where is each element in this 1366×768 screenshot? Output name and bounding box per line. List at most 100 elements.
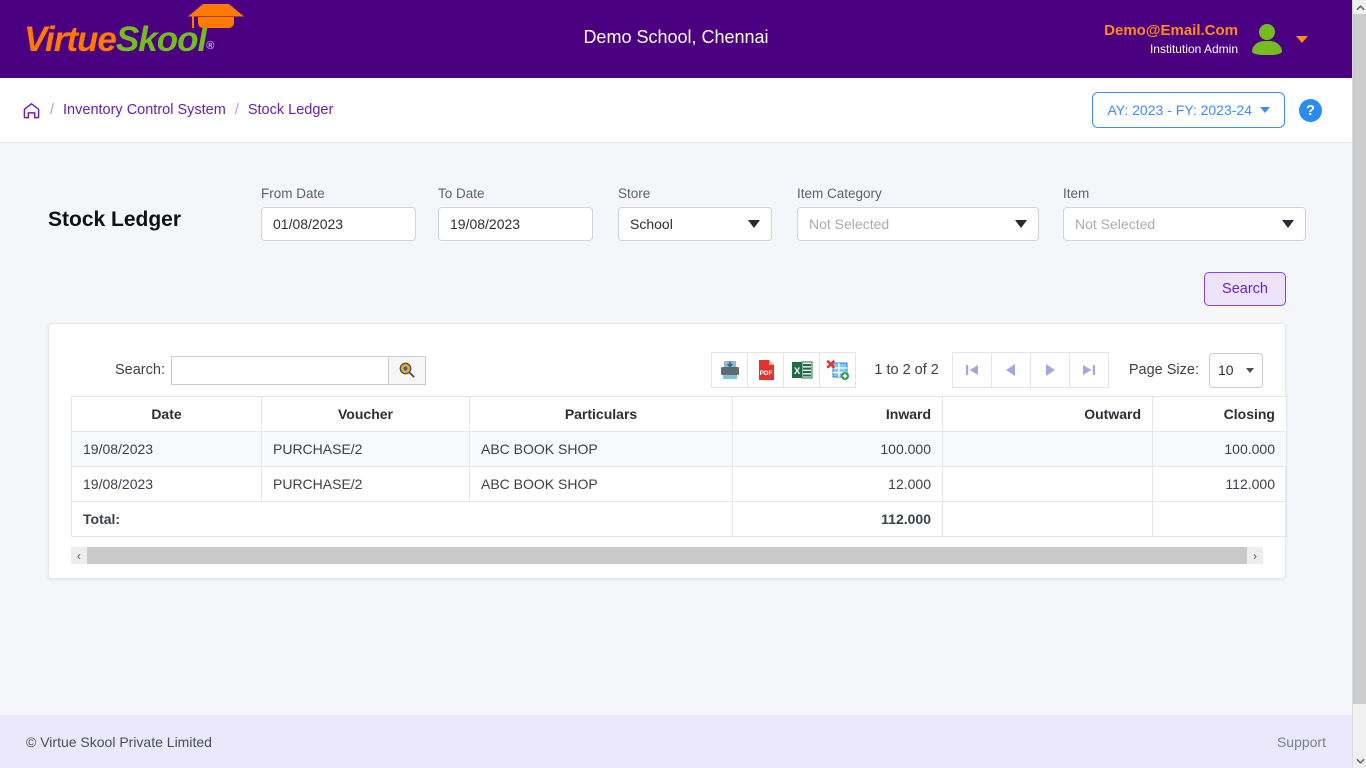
logo-registered-mark: ® xyxy=(206,39,214,52)
app-header: VirtueSkool® Demo School, Chennai Demo@E… xyxy=(0,0,1352,78)
vertical-scrollbar-thumb[interactable] xyxy=(1353,14,1366,704)
item-category-select[interactable]: Not Selected xyxy=(797,207,1039,241)
prev-page-icon xyxy=(1005,364,1015,376)
print-icon xyxy=(720,361,739,379)
table-horizontal-scrollbar[interactable]: ‹ › xyxy=(71,547,1263,564)
from-date-input[interactable] xyxy=(261,207,416,241)
breadcrumb-item-stock-ledger[interactable]: Stock Ledger xyxy=(248,102,333,118)
excel-export-button[interactable] xyxy=(819,352,857,388)
first-page-icon xyxy=(965,365,978,375)
item-select[interactable]: Not Selected xyxy=(1063,207,1306,241)
column-header-date[interactable]: Date xyxy=(71,396,262,432)
main-content: Stock Ledger From Date To Date Store Sch… xyxy=(0,143,1352,715)
page-size-label: Page Size: xyxy=(1128,362,1199,378)
results-card: Search: PDF X 1 to 2 of 2 Page Size: 10 … xyxy=(48,323,1287,579)
cell-outward xyxy=(942,466,1153,502)
dropdown-arrow-icon xyxy=(1282,220,1294,228)
help-button[interactable]: ? xyxy=(1299,98,1322,122)
column-header-voucher[interactable]: Voucher xyxy=(261,396,470,432)
cell-voucher: PURCHASE/2 xyxy=(261,466,470,502)
svg-text:X: X xyxy=(794,366,801,377)
cell-closing: 100.000 xyxy=(1152,431,1287,467)
total-closing xyxy=(1152,501,1287,537)
table-search-group xyxy=(170,355,426,385)
table-header-row: Date Voucher Particulars Inward Outward … xyxy=(71,396,1287,432)
app-logo[interactable]: VirtueSkool® xyxy=(24,3,244,59)
academic-year-selector[interactable]: AY: 2023 - FY: 2023-24 xyxy=(1092,92,1285,128)
total-label: Total: xyxy=(71,501,733,537)
scroll-up-arrow-icon[interactable] xyxy=(1353,0,1366,14)
pagination-controls xyxy=(951,352,1109,388)
next-page-button[interactable] xyxy=(1029,352,1070,388)
item-value: Not Selected xyxy=(1075,216,1156,232)
total-inward: 112.000 xyxy=(732,501,943,537)
store-field: Store School xyxy=(618,186,772,241)
user-menu[interactable]: Demo@Email.Com Institution Admin xyxy=(1104,0,1308,78)
page-size-value: 10 xyxy=(1218,362,1234,378)
search-action-row: Search xyxy=(0,241,1352,306)
scrollbar-thumb[interactable] xyxy=(87,547,1247,564)
column-header-particulars[interactable]: Particulars xyxy=(469,396,733,432)
table-search-input[interactable] xyxy=(170,355,388,385)
excel-button[interactable]: X xyxy=(783,352,821,388)
page-title: Stock Ledger xyxy=(48,208,182,231)
item-category-field: Item Category Not Selected xyxy=(797,186,1039,241)
logo-text-virtue: Virtue xyxy=(24,19,117,59)
table-container: Date Voucher Particulars Inward Outward … xyxy=(49,396,1287,537)
cell-inward: 12.000 xyxy=(732,466,943,502)
item-category-value: Not Selected xyxy=(809,216,890,232)
scroll-left-arrow-icon[interactable]: ‹ xyxy=(71,547,87,564)
table-total-row: Total: 112.000 xyxy=(71,501,1287,537)
table-search-button[interactable] xyxy=(387,355,426,385)
table-search-label: Search: xyxy=(115,362,165,378)
from-date-label: From Date xyxy=(261,186,325,201)
column-header-inward[interactable]: Inward xyxy=(732,396,943,432)
dropdown-arrow-icon xyxy=(1015,220,1027,228)
browser-viewport: VirtueSkool® Demo School, Chennai Demo@E… xyxy=(0,0,1366,768)
first-page-button[interactable] xyxy=(951,352,992,388)
support-link[interactable]: Support xyxy=(1277,734,1326,750)
store-select[interactable]: School xyxy=(618,207,772,241)
cell-particulars: ABC BOOK SHOP xyxy=(469,431,733,467)
cell-closing: 112.000 xyxy=(1152,466,1287,502)
cell-date: 19/08/2023 xyxy=(71,466,262,502)
pdf-icon: PDF xyxy=(758,360,774,380)
excel-icon: X xyxy=(791,361,813,379)
stock-ledger-table: Date Voucher Particulars Inward Outward … xyxy=(71,396,1287,537)
breadcrumb-item-inventory[interactable]: Inventory Control System xyxy=(63,102,226,118)
table-toolbar: Search: PDF X 1 to 2 of 2 Page Size: 10 xyxy=(49,344,1285,396)
table-row[interactable]: 19/08/2023 PURCHASE/2 ABC BOOK SHOP 100.… xyxy=(71,431,1287,467)
home-icon[interactable] xyxy=(22,101,41,120)
scroll-down-arrow-icon[interactable] xyxy=(1353,754,1366,768)
scroll-right-arrow-icon[interactable]: › xyxy=(1247,547,1263,564)
page-size-select[interactable]: 10 xyxy=(1209,352,1263,388)
search-button[interactable]: Search xyxy=(1204,272,1286,306)
to-date-label: To Date xyxy=(438,186,485,201)
copyright-text: © Virtue Skool Private Limited xyxy=(26,733,212,750)
column-header-outward[interactable]: Outward xyxy=(942,396,1153,432)
table-row[interactable]: 19/08/2023 PURCHASE/2 ABC BOOK SHOP 12.0… xyxy=(71,466,1287,502)
from-date-field: From Date xyxy=(261,186,416,241)
chevron-down-icon[interactable] xyxy=(1296,35,1308,43)
to-date-field: To Date xyxy=(438,186,593,241)
prev-page-button[interactable] xyxy=(990,352,1031,388)
user-email: Demo@Email.Com xyxy=(1104,21,1238,39)
last-page-button[interactable] xyxy=(1068,352,1109,388)
column-header-closing[interactable]: Closing xyxy=(1152,396,1287,432)
chevron-down-icon xyxy=(1260,107,1270,113)
browser-vertical-scrollbar[interactable] xyxy=(1352,0,1366,768)
item-field: Item Not Selected xyxy=(1063,186,1306,241)
print-button[interactable] xyxy=(711,352,749,388)
export-buttons: PDF X xyxy=(711,352,857,388)
to-date-input[interactable] xyxy=(438,207,593,241)
dropdown-arrow-icon xyxy=(748,220,760,228)
scrollbar-track[interactable] xyxy=(87,547,1247,564)
pdf-button[interactable]: PDF xyxy=(747,352,785,388)
avatar[interactable] xyxy=(1252,24,1282,55)
breadcrumb-separator-2: / xyxy=(234,102,239,118)
academic-year-label: AY: 2023 - FY: 2023-24 xyxy=(1107,102,1252,118)
breadcrumb-separator-1: / xyxy=(50,102,55,118)
cell-date: 19/08/2023 xyxy=(71,431,262,467)
magnifier-icon xyxy=(399,362,415,378)
svg-text:PDF: PDF xyxy=(759,370,772,377)
